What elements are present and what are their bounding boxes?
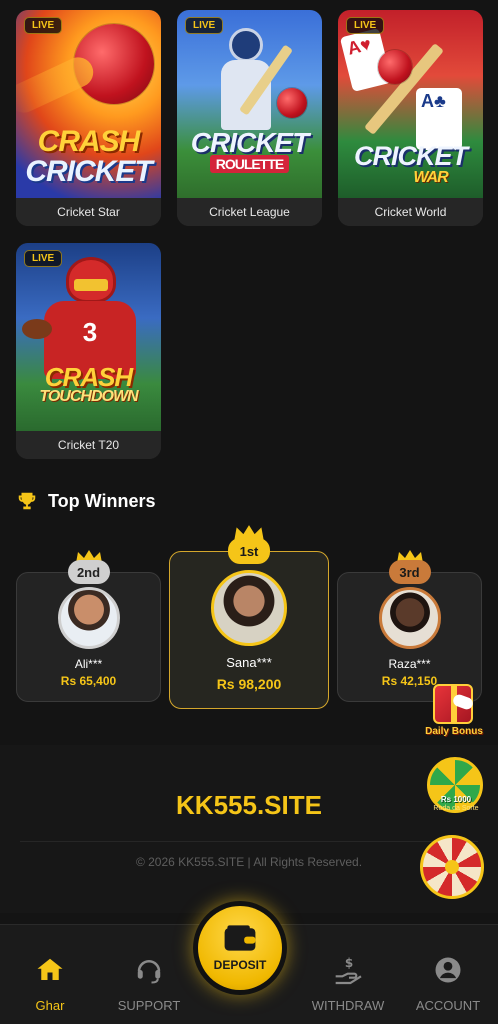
avatar xyxy=(57,587,120,649)
game-name: Cricket Star xyxy=(16,198,161,226)
football-icon xyxy=(22,319,52,339)
live-badge: LIVE xyxy=(24,250,63,267)
winner-amount: Rs 98,200 xyxy=(216,676,282,692)
game-logo-line2: TOUCHDOWN xyxy=(39,388,138,405)
cricket-ball-icon xyxy=(378,50,412,84)
winner-name: Raza*** xyxy=(388,657,431,671)
headset-icon xyxy=(137,960,161,984)
cricket-ball-icon xyxy=(277,88,307,118)
gift-icon xyxy=(433,684,475,724)
game-card-cricket-world[interactable]: LIVE A♥ A♣ CRICKET WAR Cricket World xyxy=(338,10,483,226)
spin-wheel-button[interactable] xyxy=(420,835,484,899)
nav-label: SUPPORT xyxy=(117,998,181,1013)
winner-name: Sana*** xyxy=(226,655,272,670)
withdraw-hand-icon: $ xyxy=(335,956,362,985)
game-logo-line1: CRASH xyxy=(44,362,133,392)
game-card-cricket-t20[interactable]: LIVE 3 CRASH TOUCHDOWN Cricket T20 xyxy=(16,243,161,459)
nav-label: Ghar xyxy=(35,998,65,1013)
game-logo-line2: ROULETTE xyxy=(209,155,290,173)
trophy-icon xyxy=(18,492,36,510)
wheel-label: Roda da Sorte xyxy=(433,805,479,812)
live-badge: LIVE xyxy=(185,17,224,34)
winner-card-3rd: 3rd Raza*** Rs 42,150 xyxy=(337,550,482,702)
game-logo-line1: CRASH xyxy=(37,125,141,158)
batsman-helmet xyxy=(229,28,263,62)
game-thumbnail: LIVE CRASH CRICKET xyxy=(16,10,161,198)
game-logo-line2: CRICKET xyxy=(25,155,152,188)
footer-site-name: KK555.SITE xyxy=(176,790,322,820)
game-card-cricket-star[interactable]: LIVE CRASH CRICKET Cricket Star xyxy=(16,10,161,226)
nav-label: ACCOUNT xyxy=(415,998,481,1013)
home-icon xyxy=(37,958,63,980)
game-thumbnail: LIVE 3 CRASH TOUCHDOWN xyxy=(16,243,161,431)
wallet-icon xyxy=(224,925,256,951)
daily-bonus-label: Daily Bonus xyxy=(425,726,483,737)
roulette-wheel-icon xyxy=(420,835,484,899)
winner-card-1st: 1st Sana*** Rs 98,200 xyxy=(169,525,329,709)
lucky-wheel-button[interactable]: Rs 1000 Roda da Sorte xyxy=(425,757,487,821)
game-name: Cricket T20 xyxy=(16,431,161,459)
footer-divider xyxy=(20,841,478,842)
nav-label: WITHDRAW xyxy=(311,998,385,1013)
game-thumbnail: LIVE CRICKET ROULETTE xyxy=(177,10,322,198)
winner-card-2nd: 2nd Ali*** Rs 65,400 xyxy=(16,550,161,702)
top-winners-header: Top Winners xyxy=(16,490,156,512)
rank-badge: 3rd xyxy=(388,560,431,584)
rank-badge: 1st xyxy=(228,538,270,564)
avatar xyxy=(378,587,441,649)
game-card-cricket-league[interactable]: LIVE CRICKET ROULETTE Cricket League xyxy=(177,10,322,226)
svg-text:$: $ xyxy=(345,956,353,970)
app-page: LIVE CRASH CRICKET Cricket Star LIVE CRI… xyxy=(0,0,498,1024)
game-thumbnail: LIVE A♥ A♣ CRICKET WAR xyxy=(338,10,483,198)
winner-name: Ali*** xyxy=(74,657,103,671)
game-logo-line1: CRICKET xyxy=(354,141,468,171)
game-name: Cricket World xyxy=(338,198,483,226)
deposit-label: DEPOSIT xyxy=(213,958,267,972)
game-name: Cricket League xyxy=(177,198,322,226)
daily-bonus-button[interactable]: Daily Bonus xyxy=(423,684,485,742)
live-badge: LIVE xyxy=(24,17,63,34)
avatar xyxy=(211,570,287,646)
rank-badge: 2nd xyxy=(67,560,110,584)
batsman-body xyxy=(221,60,271,130)
winner-amount: Rs 65,400 xyxy=(60,674,117,688)
wheel-amount: Rs 1000 xyxy=(440,795,472,804)
game-logo-line2: WAR xyxy=(413,169,448,186)
section-title: Top Winners xyxy=(48,490,156,511)
account-icon xyxy=(435,957,461,983)
live-badge: LIVE xyxy=(346,17,385,34)
deposit-button[interactable]: DEPOSIT xyxy=(193,901,287,995)
game-logo-line1: CRICKET xyxy=(190,127,309,158)
